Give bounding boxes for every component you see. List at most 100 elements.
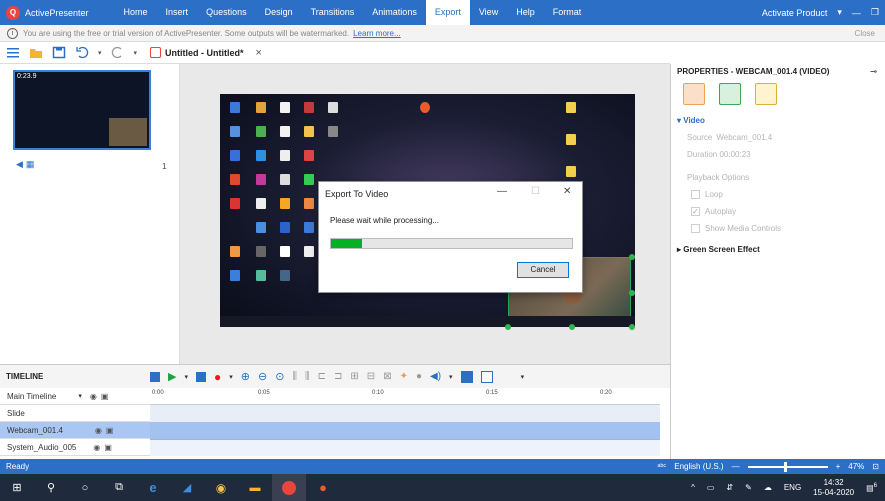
learn-more-link[interactable]: Learn more... [353,29,401,38]
zoom-out-button[interactable]: — [732,462,740,471]
resize-handle[interactable] [629,254,635,260]
pen-icon[interactable]: ✎ [745,483,752,492]
show-controls-checkbox[interactable]: Show Media Controls [671,220,885,237]
chevron-down-icon[interactable]: ▾ [837,7,842,18]
green-screen-section-header[interactable]: ▸ Green Screen Effect [671,245,885,254]
menu-transitions[interactable]: Transitions [302,0,364,25]
animation-tab-icon[interactable] [755,83,777,105]
fade-in-icon[interactable] [460,370,473,383]
minimize-icon[interactable]: — [852,8,861,18]
document-tab[interactable]: Untitled - Untitled* × [150,47,262,59]
slide-thumbnail[interactable]: 0:23.9 [13,70,151,150]
menu-icon[interactable] [6,46,20,59]
video-section-header[interactable]: ▾ Video [671,112,885,125]
zoom-out-icon[interactable]: ⊖ [258,370,267,383]
task-view-icon[interactable]: ⧉ [102,474,136,501]
activate-product-link[interactable]: Activate Product [762,8,828,18]
dialog-close-icon[interactable]: ✕ [563,186,571,197]
loop-checkbox[interactable]: Loop [671,186,885,203]
autoplay-check-icon[interactable]: ✓ [691,207,700,216]
crop-icon[interactable]: ⊏ [318,371,326,382]
play-icon[interactable]: ▶ [168,370,176,383]
stop-icon[interactable] [150,371,160,382]
media-tab-icon[interactable] [683,83,705,105]
slide-track[interactable]: Slide [0,405,670,422]
menu-format[interactable]: Format [544,0,591,25]
redo-dropdown-icon[interactable]: ▾ [134,49,138,57]
main-timeline-selector[interactable]: Main Timeline ▾ ◉ ▣ [0,388,150,405]
autoplay-checkbox[interactable]: ✓ Autoplay [671,203,885,220]
notifications-icon[interactable]: ▤6 [866,483,877,493]
zoom-slider-knob[interactable] [783,461,787,472]
notice-close-button[interactable]: Close [855,29,875,38]
system-audio-track[interactable]: System_Audio_005 ◉ ▣ [0,439,670,456]
fade-out-icon[interactable] [480,370,493,383]
webcam-track-bar[interactable] [150,422,660,439]
tray-chevron-icon[interactable]: ^ [691,483,695,492]
fit-window-icon[interactable]: ⊡ [872,462,879,471]
menu-export[interactable]: Export [425,0,470,25]
zoom-in-button[interactable]: + [836,462,841,471]
cortana-icon[interactable]: ○ [68,474,102,501]
menu-view[interactable]: View [470,0,507,25]
resize-handle[interactable] [505,324,511,330]
cut-icon[interactable]: ⊟ [367,371,375,382]
more-dropdown-icon[interactable]: ▾ [521,373,525,381]
menu-help[interactable]: Help [507,0,544,25]
language-indicator[interactable]: ENG [784,483,801,492]
open-folder-icon[interactable] [29,46,43,59]
record-icon[interactable]: ● [214,370,221,384]
show-controls-check-icon[interactable] [691,224,700,233]
stop-square-icon[interactable] [195,371,206,382]
pin-icon[interactable]: ⊸ [870,67,877,76]
play-dropdown-icon[interactable]: ▾ [184,373,188,381]
windows-start-icon[interactable]: ⊞ [0,474,34,501]
close-tab-icon[interactable]: × [256,47,262,59]
visibility-icon[interactable]: ◉ [95,426,102,435]
menu-insert[interactable]: Insert [157,0,198,25]
system-audio-track-bar[interactable] [150,439,660,456]
spellcheck-icon[interactable]: ᵃᵇᶜ [657,462,666,471]
dialog-minimize-icon[interactable]: — [497,186,507,197]
cursor-path-icon[interactable]: ✦ [400,371,408,382]
lock-icon[interactable]: ▣ [106,426,114,435]
network-icon[interactable]: ⇵ [726,483,733,492]
freeze-frame-icon[interactable]: ⊞ [350,371,358,382]
restore-icon[interactable]: ❐ [871,7,879,18]
menu-design[interactable]: Design [256,0,302,25]
undo-dropdown-icon[interactable]: ▾ [98,49,102,57]
loop-check-icon[interactable] [691,190,700,199]
chrome-icon[interactable]: ◉ [204,474,238,501]
search-icon[interactable]: ⚲ [34,474,68,501]
join-icon[interactable]: ⫼ [305,371,310,382]
visibility-icon[interactable]: ◉ [90,392,97,401]
menu-animations[interactable]: Animations [363,0,426,25]
save-icon[interactable] [52,46,66,59]
clock[interactable]: 14:32 15-04-2020 [813,478,854,498]
cloud-icon[interactable]: ☁ [764,483,772,492]
resize-handle[interactable] [569,324,575,330]
activepresenter-taskbar-icon[interactable] [272,474,306,501]
visibility-icon[interactable]: ◉ [93,443,100,452]
slide-track-bar[interactable] [150,405,660,422]
blur-icon[interactable]: ⊠ [383,371,391,382]
redo-icon[interactable] [111,46,125,59]
volume-dropdown-icon[interactable]: ▾ [449,373,453,381]
undo-icon[interactable] [75,46,89,59]
zoom-in-icon[interactable]: ⊕ [241,370,250,383]
lock-icon[interactable]: ▣ [101,392,109,401]
menu-questions[interactable]: Questions [197,0,256,25]
size-tab-icon[interactable] [719,83,741,105]
main-timeline-dropdown-icon[interactable]: ▾ [78,392,82,400]
file-explorer-icon[interactable]: ▬ [238,474,272,501]
lock-icon[interactable]: ▣ [104,443,112,452]
cancel-button[interactable]: Cancel [517,262,569,278]
photos-icon[interactable]: ◢ [170,474,204,501]
resize-handle[interactable] [629,324,635,330]
edge-icon[interactable]: e [136,474,170,501]
battery-icon[interactable]: ▭ [707,483,715,492]
webcam-track[interactable]: Webcam_001.4 ◉ ▣ [0,422,670,439]
language-label[interactable]: English (U.S.) [674,462,723,471]
insert-time-icon[interactable]: ⊐ [334,371,342,382]
timeline-ruler[interactable]: 0:00 0:05 0:10 0:15 0:20 [150,388,660,405]
